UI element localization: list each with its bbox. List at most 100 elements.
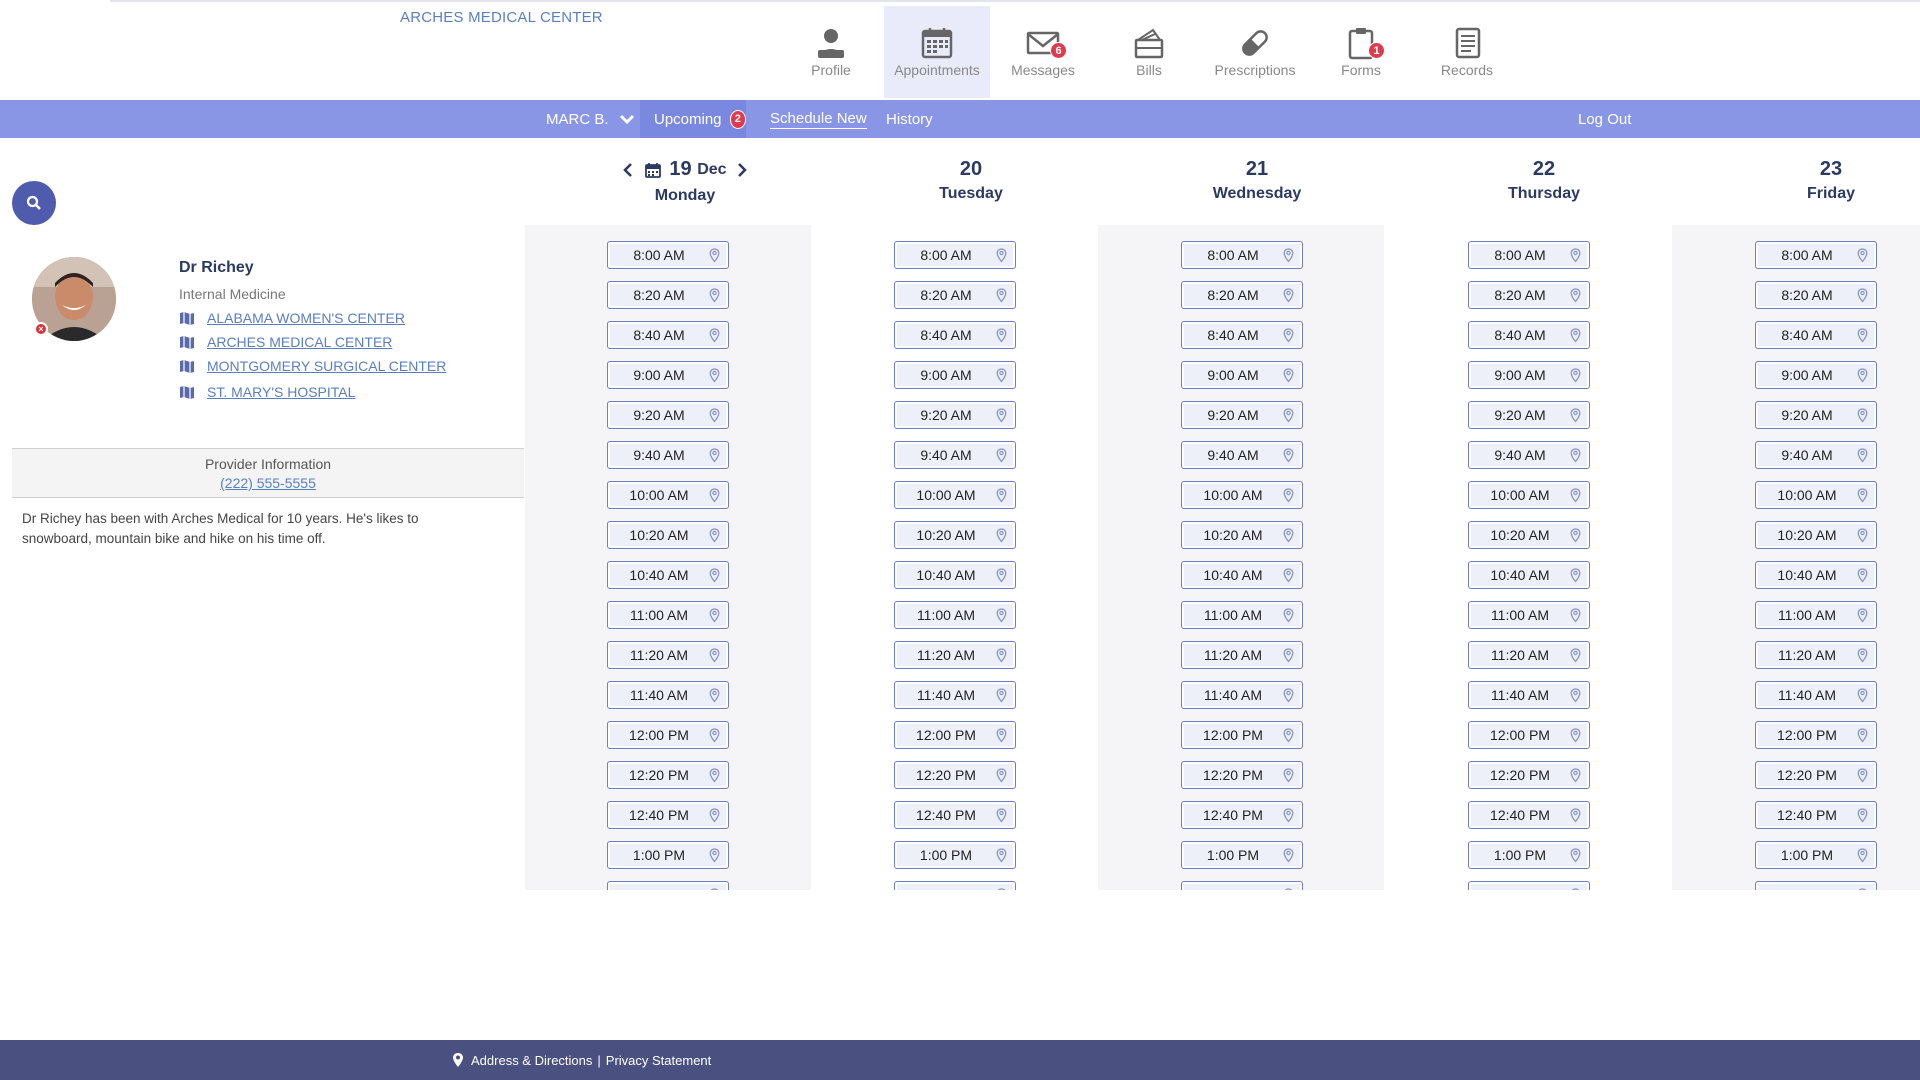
time-slot-button[interactable]: 9:20 AM [607,401,729,429]
time-slot-button[interactable]: 11:40 AM [607,681,729,709]
nav-profile[interactable]: Profile [778,6,884,98]
time-slot-button[interactable]: 8:20 AM [894,281,1016,309]
location-link[interactable]: ALABAMA WOMEN'S CENTER [207,310,405,326]
time-slot-button[interactable]: 9:20 AM [1755,401,1877,429]
time-slot-button[interactable] [1468,881,1590,890]
time-slot-button[interactable]: 11:00 AM [1468,601,1590,629]
time-slot-button[interactable]: 9:20 AM [1181,401,1303,429]
time-slot-button[interactable]: 8:20 AM [1468,281,1590,309]
time-slot-button[interactable]: 10:40 AM [607,561,729,589]
time-slot-button[interactable]: 8:00 AM [894,241,1016,269]
location-link[interactable]: MONTGOMERY SURGICAL CENTER [207,358,446,374]
time-slot-button[interactable]: 12:00 PM [1468,721,1590,749]
time-slot-button[interactable]: 12:40 PM [1755,801,1877,829]
time-slot-button[interactable]: 8:00 AM [607,241,729,269]
time-slot-button[interactable]: 11:00 AM [1181,601,1303,629]
time-slot-button[interactable]: 10:00 AM [1181,481,1303,509]
time-slot-button[interactable]: 9:00 AM [894,361,1016,389]
user-dropdown[interactable]: MARC B. [546,100,635,138]
time-slot-button[interactable]: 8:20 AM [1755,281,1877,309]
time-slot-button[interactable]: 8:20 AM [607,281,729,309]
time-slot-button[interactable]: 10:00 AM [1468,481,1590,509]
chevron-left-icon[interactable] [623,162,633,177]
time-slot-button[interactable]: 12:00 PM [1181,721,1303,749]
nav-bills[interactable]: Bills [1096,6,1202,98]
time-slot-button[interactable]: 12:00 PM [607,721,729,749]
time-slot-button[interactable] [1181,881,1303,890]
provider-phone-link[interactable]: (222) 555-5555 [12,475,524,491]
time-slot-button[interactable]: 8:00 AM [1755,241,1877,269]
time-slot-button[interactable]: 10:20 AM [1468,521,1590,549]
time-slot-button[interactable]: 12:40 PM [894,801,1016,829]
time-slot-button[interactable]: 8:40 AM [607,321,729,349]
time-slot-button[interactable]: 11:40 AM [1181,681,1303,709]
time-slot-button[interactable]: 12:00 PM [894,721,1016,749]
time-slot-button[interactable]: 11:00 AM [607,601,729,629]
time-slot-button[interactable]: 12:20 PM [1181,761,1303,789]
time-slot-button[interactable]: 12:20 PM [607,761,729,789]
time-slot-button[interactable]: 9:00 AM [1468,361,1590,389]
tab-upcoming[interactable]: Upcoming 2 [640,100,746,138]
time-slot-button[interactable]: 1:00 PM [1181,841,1303,869]
time-slot-button[interactable]: 11:20 AM [1468,641,1590,669]
time-slot-button[interactable]: 10:20 AM [607,521,729,549]
time-slot-button[interactable]: 10:40 AM [1755,561,1877,589]
logout-link[interactable]: Log Out [1578,100,1631,138]
nav-forms[interactable]: Forms 1 [1308,6,1414,98]
tab-history[interactable]: History [886,100,933,138]
time-slot-button[interactable]: 11:40 AM [894,681,1016,709]
privacy-statement-link[interactable]: Privacy Statement [606,1053,712,1068]
time-slot-button[interactable]: 12:00 PM [1755,721,1877,749]
time-slot-button[interactable]: 9:40 AM [1181,441,1303,469]
time-slot-button[interactable]: 11:00 AM [894,601,1016,629]
time-slot-button[interactable]: 11:00 AM [1755,601,1877,629]
time-slot-button[interactable]: 10:00 AM [1755,481,1877,509]
time-slot-button[interactable]: 8:40 AM [894,321,1016,349]
time-slot-button[interactable] [607,881,729,890]
time-slot-button[interactable]: 9:00 AM [1181,361,1303,389]
time-slot-button[interactable] [894,881,1016,890]
nav-appointments[interactable]: Appointments [884,6,990,98]
time-slot-button[interactable]: 9:40 AM [1755,441,1877,469]
time-slot-button[interactable]: 12:40 PM [1468,801,1590,829]
time-slot-button[interactable]: 8:40 AM [1468,321,1590,349]
time-slot-button[interactable]: 10:20 AM [1755,521,1877,549]
time-slot-button[interactable]: 9:20 AM [894,401,1016,429]
time-slot-button[interactable]: 12:20 PM [894,761,1016,789]
time-slot-button[interactable]: 12:40 PM [607,801,729,829]
nav-records[interactable]: Records [1414,6,1520,98]
address-directions-link[interactable]: Address & Directions [471,1053,592,1068]
time-slot-button[interactable]: 12:20 PM [1468,761,1590,789]
time-slot-button[interactable]: 1:00 PM [607,841,729,869]
time-slot-button[interactable]: 12:40 PM [1181,801,1303,829]
nav-messages[interactable]: Messages 6 [990,6,1096,98]
time-slot-button[interactable]: 9:20 AM [1468,401,1590,429]
time-slot-button[interactable]: 9:00 AM [1755,361,1877,389]
time-slot-button[interactable]: 9:40 AM [894,441,1016,469]
chevron-right-icon[interactable] [737,162,747,177]
time-slot-button[interactable]: 9:40 AM [607,441,729,469]
time-slot-button[interactable]: 8:00 AM [1181,241,1303,269]
time-slot-button[interactable]: 9:00 AM [607,361,729,389]
time-slot-button[interactable]: 8:40 AM [1755,321,1877,349]
calendar-icon[interactable] [645,162,662,178]
time-slot-button[interactable]: 9:40 AM [1468,441,1590,469]
time-slot-button[interactable]: 1:00 PM [1755,841,1877,869]
time-slot-button[interactable]: 10:20 AM [1181,521,1303,549]
time-slot-button[interactable]: 11:20 AM [1755,641,1877,669]
time-slot-button[interactable]: 11:40 AM [1468,681,1590,709]
location-link[interactable]: ARCHES MEDICAL CENTER [207,334,392,350]
time-slot-button[interactable]: 10:40 AM [894,561,1016,589]
time-slot-button[interactable]: 10:40 AM [1468,561,1590,589]
time-slot-button[interactable]: 8:00 AM [1468,241,1590,269]
time-slot-button[interactable]: 12:20 PM [1755,761,1877,789]
time-slot-button[interactable]: 1:00 PM [894,841,1016,869]
tab-schedule-new[interactable]: Schedule New [770,100,867,138]
time-slot-button[interactable]: 8:40 AM [1181,321,1303,349]
time-slot-button[interactable] [1755,881,1877,890]
time-slot-button[interactable]: 1:00 PM [1468,841,1590,869]
time-slot-button[interactable]: 10:00 AM [894,481,1016,509]
time-slot-button[interactable]: 10:40 AM [1181,561,1303,589]
time-slot-button[interactable]: 11:40 AM [1755,681,1877,709]
time-slot-button[interactable]: 8:20 AM [1181,281,1303,309]
